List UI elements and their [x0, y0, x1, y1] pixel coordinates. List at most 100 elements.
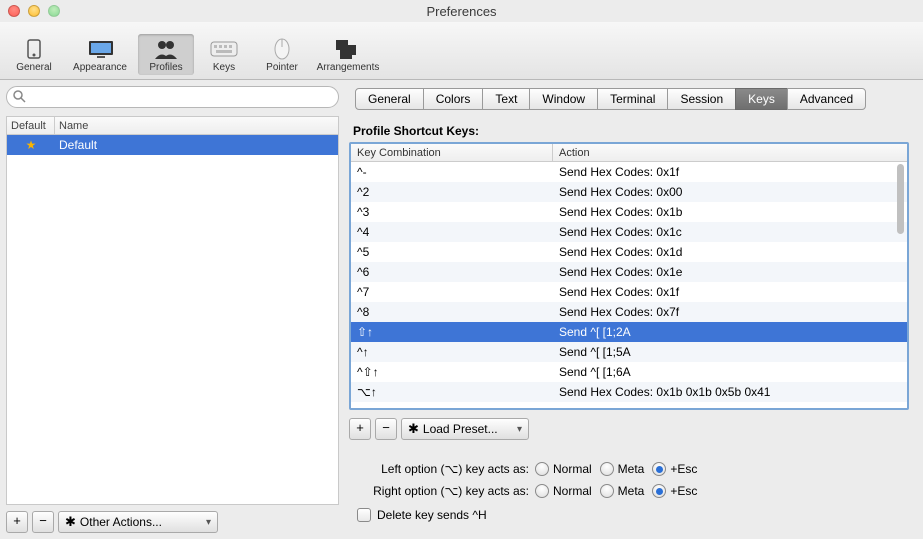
- key-combo: ^4: [351, 225, 553, 239]
- add-profile-button[interactable]: +: [6, 511, 28, 533]
- remove-key-button[interactable]: −: [375, 418, 397, 440]
- toolbar-item-general[interactable]: General: [6, 34, 62, 75]
- toolbar-label: Arrangements: [317, 62, 380, 73]
- delete-sends-ctrl-h-checkbox[interactable]: [357, 508, 371, 522]
- key-action: Send Hex Codes: 0x1f: [553, 285, 907, 299]
- chevron-down-icon: ▾: [206, 517, 211, 528]
- toolbar-item-profiles[interactable]: Profiles: [138, 34, 194, 75]
- toolbar-item-keys[interactable]: Keys: [196, 34, 252, 75]
- left-option-meta[interactable]: Meta: [600, 462, 645, 476]
- toolbar-item-arrangements[interactable]: Arrangements: [312, 34, 384, 75]
- radio-icon: [535, 484, 549, 498]
- keys-row[interactable]: ^2Send Hex Codes: 0x00: [351, 182, 907, 202]
- toolbar-item-appearance[interactable]: Appearance: [64, 34, 136, 75]
- profile-row[interactable]: ★Default: [7, 135, 338, 155]
- keys-row[interactable]: ^4Send Hex Codes: 0x1c: [351, 222, 907, 242]
- add-key-button[interactable]: +: [349, 418, 371, 440]
- left-option-esc[interactable]: +Esc: [652, 462, 697, 476]
- right-option-esc[interactable]: +Esc: [652, 484, 697, 498]
- tab-keys[interactable]: Keys: [735, 88, 788, 110]
- radio-icon: [535, 462, 549, 476]
- radio-text: Meta: [618, 484, 645, 498]
- key-action: Send Hex Codes: 0x1e: [553, 265, 907, 279]
- section-title: Profile Shortcut Keys:: [353, 124, 909, 138]
- left-option-label: Left option (⌥) key acts as:: [349, 462, 535, 476]
- keys-row[interactable]: ⇧↑Send ^[ [1;2A: [351, 322, 907, 342]
- profile-search-input[interactable]: [6, 86, 339, 108]
- right-option-meta[interactable]: Meta: [600, 484, 645, 498]
- general-icon: [20, 38, 48, 60]
- scrollbar-thumb[interactable]: [897, 164, 904, 234]
- profiles-icon: [152, 38, 180, 60]
- key-combo: ^↑: [351, 345, 553, 359]
- pointer-icon: [268, 38, 296, 60]
- key-action: Send Hex Codes: 0x1d: [553, 245, 907, 259]
- keys-row[interactable]: ^3Send Hex Codes: 0x1b: [351, 202, 907, 222]
- load-preset-label: Load Preset...: [423, 422, 498, 436]
- toolbar-item-pointer[interactable]: Pointer: [254, 34, 310, 75]
- radio-icon: [600, 484, 614, 498]
- gear-icon: ✱: [408, 421, 419, 437]
- col-action[interactable]: Action: [553, 144, 907, 161]
- keys-row[interactable]: ^6Send Hex Codes: 0x1e: [351, 262, 907, 282]
- key-action: Send Hex Codes: 0x1b: [553, 205, 907, 219]
- key-combo: ^6: [351, 265, 553, 279]
- key-combo: ^3: [351, 205, 553, 219]
- toolbar-label: Keys: [213, 62, 235, 73]
- tab-advanced[interactable]: Advanced: [787, 88, 866, 110]
- col-key-combination[interactable]: Key Combination: [351, 144, 553, 161]
- key-action: Send Hex Codes: 0x1c: [553, 225, 907, 239]
- keys-row[interactable]: ^⇧↑Send ^[ [1;6A: [351, 362, 907, 382]
- key-combo: ^5: [351, 245, 553, 259]
- tab-colors[interactable]: Colors: [423, 88, 484, 110]
- gear-icon: ✱: [65, 514, 76, 530]
- key-combo: ⇧↑: [351, 325, 553, 339]
- profile-list[interactable]: Default Name ★Default: [6, 116, 339, 505]
- tab-terminal[interactable]: Terminal: [597, 88, 668, 110]
- profile-name: Default: [55, 138, 338, 152]
- profile-col-default[interactable]: Default: [7, 117, 55, 134]
- keys-row[interactable]: ⌥↑Send Hex Codes: 0x1b 0x1b 0x5b 0x41: [351, 382, 907, 402]
- profile-list-header: Default Name: [7, 117, 338, 135]
- keys-row[interactable]: ^5Send Hex Codes: 0x1d: [351, 242, 907, 262]
- toolbar-label: General: [16, 62, 52, 73]
- tab-session[interactable]: Session: [667, 88, 736, 110]
- left-option-normal[interactable]: Normal: [535, 462, 592, 476]
- right-option-normal[interactable]: Normal: [535, 484, 592, 498]
- toolbar-label: Pointer: [266, 62, 298, 73]
- key-combo: ⌥↑: [351, 385, 553, 399]
- radio-text: +Esc: [670, 484, 697, 498]
- key-combo: ^2: [351, 185, 553, 199]
- radio-text: Normal: [553, 462, 592, 476]
- keys-icon: [210, 38, 238, 60]
- keys-row[interactable]: ^8Send Hex Codes: 0x7f: [351, 302, 907, 322]
- tab-general[interactable]: General: [355, 88, 424, 110]
- toolbar-label: Profiles: [149, 62, 182, 73]
- other-actions-label: Other Actions...: [80, 515, 162, 529]
- star-icon: ★: [7, 138, 55, 152]
- tab-text[interactable]: Text: [482, 88, 530, 110]
- profile-col-name[interactable]: Name: [55, 117, 338, 134]
- key-action: Send Hex Codes: 0x1f: [553, 165, 907, 179]
- chevron-down-icon: ▾: [517, 424, 522, 435]
- profiles-sidebar: Default Name ★Default + − ✱ Other Action…: [0, 80, 345, 539]
- tab-window[interactable]: Window: [529, 88, 598, 110]
- arrangements-icon: [334, 38, 362, 60]
- radio-icon: [652, 484, 666, 498]
- keys-row[interactable]: ^-Send Hex Codes: 0x1f: [351, 162, 907, 182]
- key-action: Send Hex Codes: 0x1b 0x1b 0x5b 0x41: [553, 385, 907, 399]
- keys-row[interactable]: ^↑Send ^[ [1;5A: [351, 342, 907, 362]
- other-actions-dropdown[interactable]: ✱ Other Actions... ▾: [58, 511, 218, 533]
- load-preset-dropdown[interactable]: ✱ Load Preset... ▾: [401, 418, 529, 440]
- remove-profile-button[interactable]: −: [32, 511, 54, 533]
- keys-row[interactable]: ^7Send Hex Codes: 0x1f: [351, 282, 907, 302]
- keys-table-header: Key Combination Action: [351, 144, 907, 162]
- radio-icon: [652, 462, 666, 476]
- window-title: Preferences: [0, 4, 923, 19]
- radio-text: Normal: [553, 484, 592, 498]
- shortcut-keys-table[interactable]: Key Combination Action ^-Send Hex Codes:…: [349, 142, 909, 410]
- radio-icon: [600, 462, 614, 476]
- key-combo: ^7: [351, 285, 553, 299]
- key-action: Send Hex Codes: 0x00: [553, 185, 907, 199]
- key-action: Send Hex Codes: 0x7f: [553, 305, 907, 319]
